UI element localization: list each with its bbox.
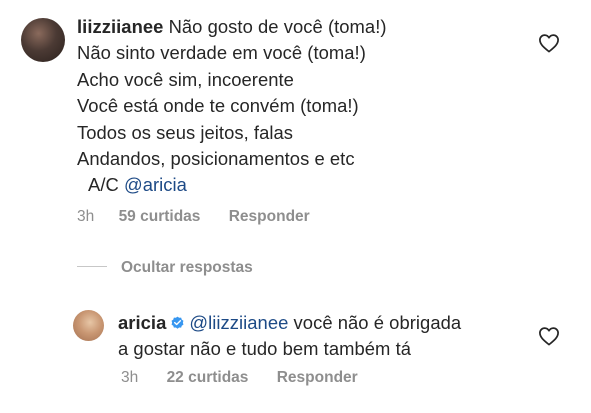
comment-text: você não é obrigada: [288, 312, 462, 333]
comment-line: Você está onde te convém (toma!): [77, 95, 359, 117]
avatar[interactable]: [21, 18, 65, 62]
reply-button[interactable]: Responder: [229, 208, 310, 226]
comment-text: Não gosto de você (toma!): [168, 16, 387, 37]
comment-body: liizziianee Não gosto de você (toma!) Nã…: [77, 14, 387, 199]
heart-outline-icon[interactable]: [538, 326, 560, 346]
likes-count[interactable]: 22 curtidas: [167, 369, 249, 387]
comment-line: Todos os seus jeitos, falas: [77, 121, 294, 143]
comment-line: liizziianee Não gosto de você (toma!): [77, 14, 387, 40]
timestamp: 3h: [77, 208, 95, 225]
reply-button[interactable]: Responder: [277, 369, 358, 387]
hide-replies-label: Ocultar respostas: [121, 259, 253, 276]
comment-line: Não sinto verdade em você (toma!): [77, 42, 366, 64]
comment-meta: 3h 59 curtidas Responder: [77, 208, 310, 226]
divider-line: [77, 266, 107, 268]
ac-prefix: A/C: [88, 174, 124, 196]
username[interactable]: liizziianee: [77, 16, 163, 37]
comment-line: Andandos, posicionamentos e etc: [77, 148, 355, 170]
heart-outline-icon[interactable]: [538, 33, 560, 53]
comment-line: Acho você sim, incoerente: [77, 68, 294, 90]
mention-link[interactable]: @aricia: [124, 174, 187, 195]
username[interactable]: aricia: [118, 312, 166, 333]
comment-line: aricia @liizziianee você não é obrigada: [118, 310, 461, 336]
likes-count[interactable]: 59 curtidas: [119, 208, 201, 226]
timestamp: 3h: [121, 369, 139, 386]
comment-meta: 3h 22 curtidas Responder: [121, 369, 358, 387]
comment-body: aricia @liizziianee você não é obrigada a…: [118, 310, 461, 363]
mention-link[interactable]: @liizziianee: [189, 312, 288, 333]
comment-line: a gostar não e tudo bem também tá: [118, 338, 412, 360]
comment-line: A/C @aricia: [77, 172, 387, 198]
hide-replies-toggle[interactable]: Ocultar respostas: [77, 259, 253, 277]
verified-badge-icon: [171, 316, 184, 329]
avatar[interactable]: [73, 310, 104, 341]
